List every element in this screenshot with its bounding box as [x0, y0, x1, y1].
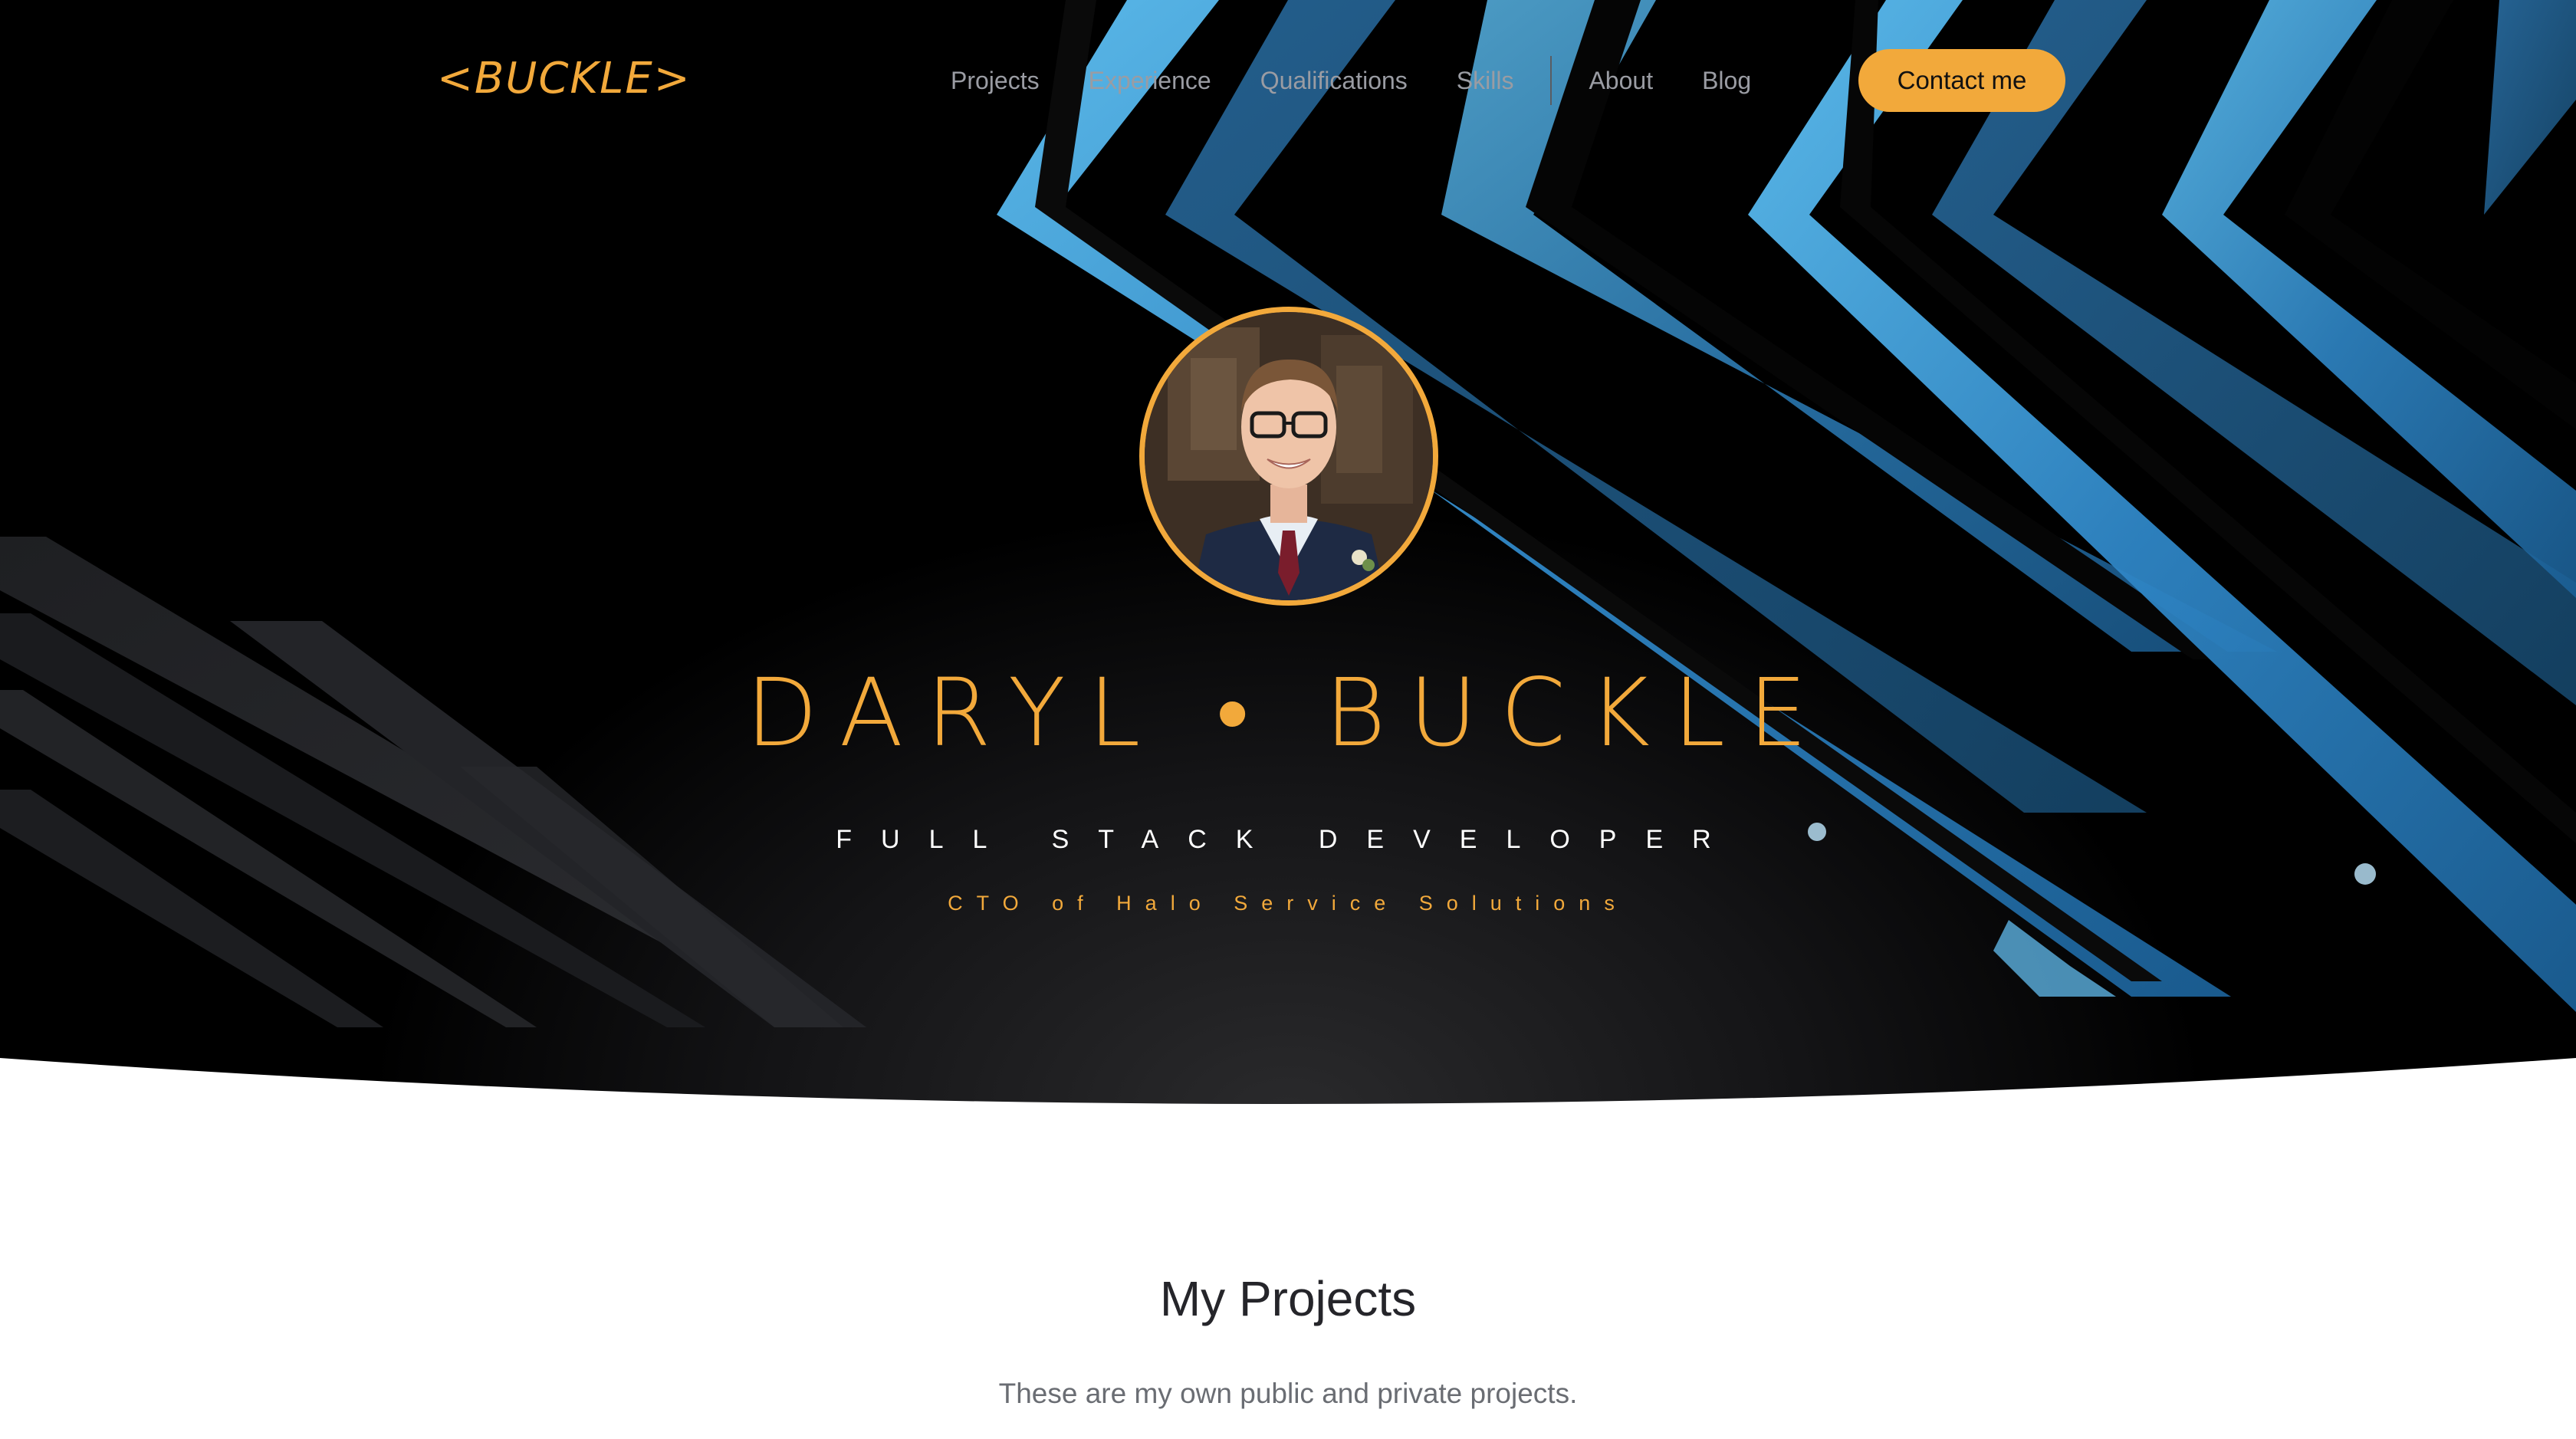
contact-me-button[interactable]: Contact me [1858, 49, 2065, 112]
nav-link-projects[interactable]: Projects [951, 55, 1040, 106]
profile-photo-icon [1145, 312, 1433, 600]
main-nav: Projects Experience Qualifications Skill… [951, 55, 1800, 106]
site-logo[interactable]: <BUCKLE> [437, 34, 690, 124]
nav-link-blog[interactable]: Blog [1702, 55, 1751, 106]
nav-link-qualifications[interactable]: Qualifications [1260, 55, 1408, 106]
avatar [1139, 307, 1438, 606]
projects-title: My Projects [1159, 1271, 1417, 1326]
hero-name: DARYL • BUCKLE [745, 659, 1831, 767]
projects-description: These are my own public and private proj… [998, 1378, 1578, 1409]
hero-section: <BUCKLE> Projects Experience Qualificati… [0, 0, 2576, 1119]
hero-subtitle: CTO of Halo Service Solutions [948, 892, 1628, 915]
logo-text: <BUCKLE> [437, 54, 692, 103]
hero-role: FULL STACK DEVELOPER [836, 825, 1740, 854]
nav-link-about[interactable]: About [1589, 55, 1653, 106]
nav-link-skills[interactable]: Skills [1457, 55, 1514, 106]
nav-divider [1550, 56, 1552, 105]
nav-link-experience[interactable]: Experience [1089, 55, 1211, 106]
